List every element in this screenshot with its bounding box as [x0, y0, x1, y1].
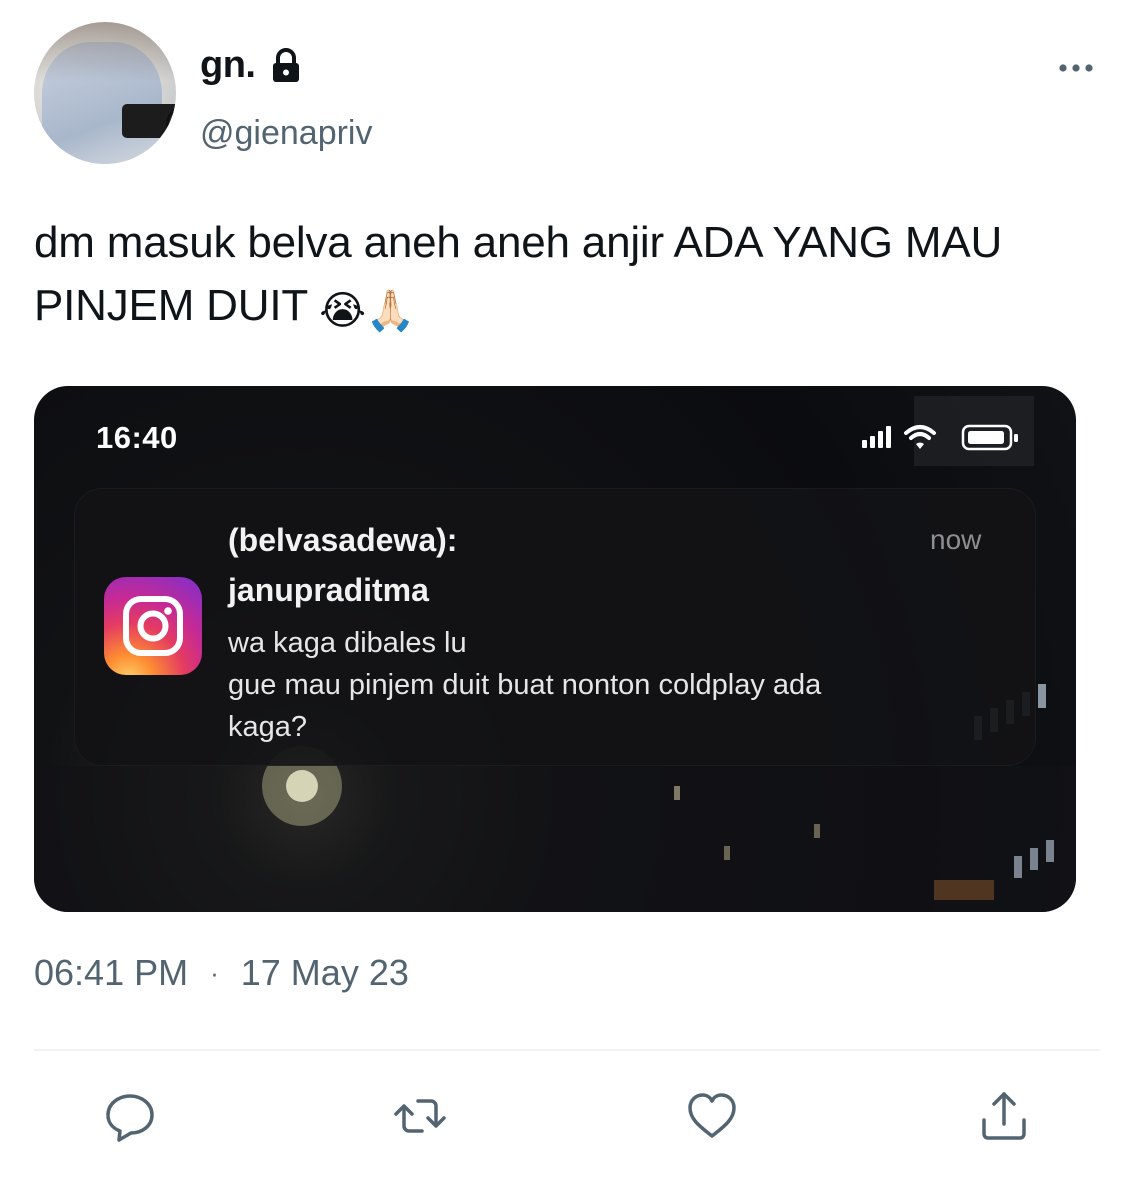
- tweet-emojis: 😭🙏🏻: [319, 288, 416, 333]
- notification-sender: (belvasadewa):: [228, 522, 458, 558]
- tweet-time: 06:41 PM: [34, 952, 189, 993]
- push-notification[interactable]: (belvasadewa): now janupraditma wa kaga …: [74, 488, 1036, 766]
- author-name-row: gn.: [200, 44, 303, 87]
- lock-icon: [273, 47, 300, 82]
- tweet-action-bar: [0, 1086, 1134, 1156]
- retweet-icon: [394, 1099, 446, 1133]
- author-handle[interactable]: @gienapriv: [200, 114, 373, 153]
- avatar[interactable]: [34, 22, 176, 164]
- notification-body-line: gue mau pinjem duit buat nonton coldplay…: [228, 669, 822, 702]
- notification-body: wa kaga dibales lu gue mau pinjem duit b…: [228, 622, 988, 748]
- share-icon: [982, 1092, 1026, 1140]
- notification-title: janupraditma: [228, 572, 429, 608]
- status-bar-icons: [862, 424, 1018, 451]
- notification-time: now: [930, 524, 982, 555]
- share-button[interactable]: [974, 1086, 1034, 1146]
- status-bar-time: 16:40: [96, 420, 178, 455]
- tweet-media-image[interactable]: 16:40 (belvasadewa): now janupraditma wa…: [34, 386, 1076, 912]
- instagram-icon: [104, 577, 202, 675]
- wifi-icon: [904, 425, 936, 449]
- notification-body-line: wa kaga dibales lu: [228, 627, 467, 659]
- like-button[interactable]: [682, 1086, 742, 1146]
- retweet-button[interactable]: [390, 1086, 450, 1146]
- notification-body-line: kaga?: [228, 711, 308, 744]
- like-icon: [688, 1093, 736, 1138]
- meta-separator: ·: [210, 957, 219, 988]
- divider: [34, 1049, 1100, 1051]
- tweet-body: dm masuk belva aneh aneh anjir ADA YANG …: [34, 218, 1003, 330]
- battery-icon: [961, 424, 1018, 451]
- tweet-timestamp[interactable]: 06:41 PM · 17 May 23: [34, 952, 409, 994]
- signal-icon: [862, 426, 891, 448]
- avatar-hair: [34, 22, 176, 82]
- display-name[interactable]: gn.: [200, 44, 256, 87]
- tweet-text: dm masuk belva aneh aneh anjir ADA YANG …: [34, 212, 1094, 340]
- reply-button[interactable]: [100, 1086, 160, 1146]
- more-options-icon[interactable]: [1058, 58, 1094, 78]
- tweet-date: 17 May 23: [240, 952, 409, 993]
- instagram-glyph: [123, 596, 183, 656]
- reply-icon: [106, 1094, 154, 1142]
